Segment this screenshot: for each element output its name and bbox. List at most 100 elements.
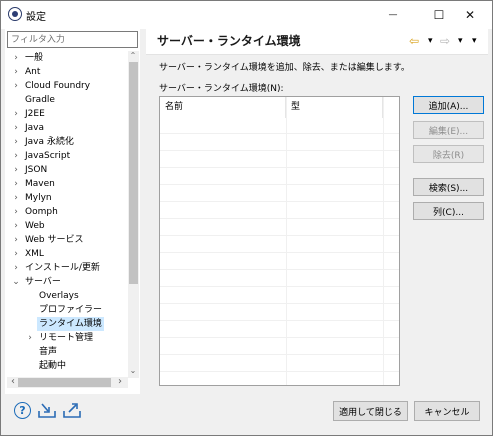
filter-input[interactable] (7, 31, 138, 48)
expand-arrow-icon[interactable]: › (11, 79, 21, 93)
back-dropdown-icon[interactable]: ▾ (428, 36, 433, 46)
minimize-icon: — (388, 9, 398, 20)
scroll-up-icon[interactable]: ⌃ (128, 51, 138, 60)
columns-button[interactable]: 列(C)... (413, 202, 484, 220)
sidebar-tree-item-label: Cloud Foundry (25, 81, 91, 91)
expand-arrow-icon[interactable]: › (11, 135, 21, 149)
table-row[interactable] (160, 135, 399, 151)
sidebar-tree-item[interactable]: › 一般 (7, 51, 128, 65)
table-row[interactable] (160, 288, 399, 304)
sidebar-tree-item[interactable]: › J2EE (7, 107, 128, 121)
import-icon[interactable] (38, 401, 56, 419)
sidebar-tree-item[interactable]: › XML (7, 247, 128, 261)
sidebar-tree-item-label: Oomph (25, 207, 58, 217)
expand-arrow-icon[interactable]: › (11, 233, 21, 247)
sidebar-tree-item[interactable]: 音声 (7, 345, 128, 359)
sidebar-tree-item[interactable]: › JSON (7, 163, 128, 177)
table-row[interactable] (160, 254, 399, 270)
table-row[interactable] (160, 339, 399, 355)
help-glyph: ? (19, 404, 26, 417)
forward-arrow-icon[interactable]: ⇨ (440, 34, 450, 48)
table-row[interactable] (160, 356, 399, 372)
table-row[interactable] (160, 220, 399, 236)
expand-arrow-icon[interactable]: › (11, 205, 21, 219)
table-row[interactable] (160, 237, 399, 253)
page-description: サーバー・ランタイム環境を追加、除去、または編集します。 (159, 63, 410, 73)
expand-arrow-icon[interactable]: › (11, 65, 21, 79)
table-row[interactable] (160, 203, 399, 219)
sidebar-tree-item[interactable]: プロファイラー (7, 303, 128, 317)
sidebar-tree-item[interactable]: › Maven (7, 177, 128, 191)
sidebar-tree-item[interactable]: › Java (7, 121, 128, 135)
table-row[interactable] (160, 322, 399, 338)
scroll-down-icon[interactable]: ⌄ (128, 366, 138, 375)
export-icon[interactable] (63, 401, 81, 419)
sidebar-tree-item-label: 一般 (25, 53, 44, 63)
minimize-button[interactable]: — (370, 0, 416, 29)
table-row[interactable] (160, 305, 399, 321)
expand-arrow-icon[interactable]: › (11, 177, 21, 191)
sidebar-tree-item-label: XML (25, 249, 44, 259)
edit-button[interactable]: 編集(E)... (413, 121, 484, 139)
expand-arrow-icon[interactable]: › (11, 163, 21, 177)
table-row[interactable] (160, 186, 399, 202)
sidebar-tree-item[interactable]: Gradle (7, 93, 128, 107)
sidebar-tree-item[interactable]: › Oomph (7, 205, 128, 219)
sidebar-tree-item[interactable]: › Java 永続化 (7, 135, 128, 149)
sidebar-tree-item-label: Java 永続化 (25, 137, 74, 147)
sidebar-tree-item[interactable]: › Web サービス (7, 233, 128, 247)
sidebar-tree-item[interactable]: Overlays (7, 289, 128, 303)
expand-arrow-icon[interactable]: › (11, 219, 21, 233)
expand-arrow-icon[interactable]: › (11, 247, 21, 261)
sidebar-tree-item[interactable]: › インストール/更新 (7, 261, 128, 275)
scroll-right-icon[interactable]: › (115, 376, 125, 387)
sidebar-tree-item-label: Gradle (25, 95, 55, 105)
sidebar-tree-item-label: リモート管理 (39, 333, 94, 343)
sidebar-tree-item[interactable]: › Mylyn (7, 191, 128, 205)
sidebar-tree-item[interactable]: › Web (7, 219, 128, 233)
table-row[interactable] (160, 118, 399, 134)
table-row[interactable] (160, 271, 399, 287)
sidebar-tree-item[interactable]: › JavaScript (7, 149, 128, 163)
sidebar-vertical-scroll-thumb[interactable] (129, 62, 138, 284)
expand-arrow-icon[interactable]: › (11, 261, 21, 275)
app-icon (8, 7, 22, 21)
sidebar-tree-item-label: インストール/更新 (25, 263, 100, 273)
sidebar-tree-item[interactable]: › リモート管理 (7, 331, 128, 345)
table-row[interactable] (160, 152, 399, 168)
expand-arrow-icon[interactable]: › (11, 51, 21, 65)
collapse-arrow-icon[interactable]: ⌄ (11, 275, 21, 289)
table-row[interactable] (160, 373, 399, 389)
expand-arrow-icon[interactable]: › (11, 121, 21, 135)
sidebar-tree-item[interactable]: ⌄ サーバー (7, 275, 128, 289)
column-header-type[interactable]: 型 (286, 97, 383, 118)
sidebar-tree-item-label: J2EE (25, 109, 45, 119)
sidebar-tree-item[interactable]: ランタイム環境 (7, 317, 128, 331)
sidebar-tree-item[interactable]: › Ant (7, 65, 128, 79)
expand-arrow-icon[interactable]: › (11, 149, 21, 163)
remove-button[interactable]: 除去(R) (413, 145, 484, 163)
forward-dropdown-icon[interactable]: ▾ (458, 36, 463, 46)
sidebar-tree-item-label: Web (25, 221, 45, 231)
expand-arrow-icon[interactable]: › (25, 331, 35, 345)
expand-arrow-icon[interactable]: › (11, 107, 21, 121)
table-row[interactable] (160, 169, 399, 185)
search-button[interactable]: 検索(S)... (413, 178, 484, 196)
cancel-button[interactable]: キャンセル (414, 401, 480, 421)
sidebar-tree-item-label: ランタイム環境 (37, 317, 104, 331)
sidebar-tree-item-label: Java (25, 123, 45, 133)
runtime-table[interactable]: 名前 型 (159, 96, 400, 389)
column-header-name[interactable]: 名前 (160, 97, 286, 118)
page-title: サーバー・ランタイム環境 (157, 34, 301, 48)
apply-and-close-button[interactable]: 適用して閉じる (333, 401, 408, 421)
scroll-left-icon[interactable]: ‹ (8, 376, 18, 387)
add-button[interactable]: 追加(A)... (413, 96, 484, 114)
sidebar-horizontal-scroll-thumb[interactable] (18, 378, 111, 387)
sidebar-tree-item[interactable]: › Cloud Foundry (7, 79, 128, 93)
expand-arrow-icon[interactable]: › (11, 191, 21, 205)
close-button[interactable]: ✕ (447, 0, 493, 29)
sidebar-tree-item[interactable]: 起動中 (7, 359, 128, 373)
back-arrow-icon[interactable]: ⇦ (409, 34, 419, 48)
view-menu-icon[interactable]: ▾ (472, 36, 477, 46)
help-icon[interactable]: ? (14, 402, 31, 419)
